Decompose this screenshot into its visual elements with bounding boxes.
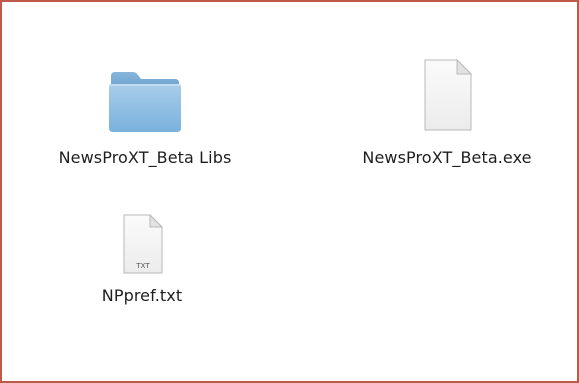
folder-item-newsproxt-beta-libs[interactable]: NewsProXT_Beta Libs [30,64,260,167]
txt-file-icon: TXT [123,213,164,274]
file-item-nppref-txt[interactable]: TXT NPpref.txt [42,212,242,305]
finder-window: NewsProXT_Beta Libs NewsProXT_Beta.exe T… [0,0,579,383]
file-item-newsproxt-beta-exe[interactable]: NewsProXT_Beta.exe [332,56,562,167]
folder-icon [109,72,181,132]
item-label: NewsProXT_Beta Libs [58,148,232,167]
item-label: NewsProXT_Beta.exe [362,148,532,167]
txt-badge: TXT [135,262,150,270]
item-label: NPpref.txt [101,286,183,305]
document-icon [424,58,473,131]
